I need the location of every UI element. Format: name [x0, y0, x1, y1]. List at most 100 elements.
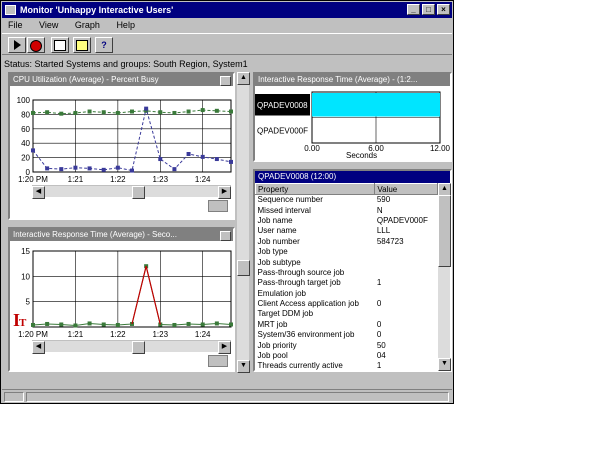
cpu-pane-minimize-button[interactable] [220, 76, 231, 86]
properties-pane: QPADEV0008 (12:00) Property Value Sequen… [253, 169, 452, 372]
table-row[interactable]: System/36 environment job 0 [256, 330, 438, 340]
data-point [87, 321, 92, 326]
data-point [144, 106, 149, 111]
legend-toggle-icon[interactable] [208, 200, 228, 212]
property-name: Emulation job [257, 288, 306, 298]
stop-icon[interactable] [27, 37, 45, 53]
data-point [59, 167, 64, 172]
property-value: 0 [376, 299, 382, 309]
property-value [375, 247, 438, 257]
bar [312, 93, 440, 117]
data-point [200, 154, 205, 159]
properties-vscroll[interactable]: ▲ ▼ [438, 183, 451, 371]
table-row[interactable]: Target DDM job [256, 309, 438, 319]
scroll-right-arrow-icon[interactable]: ▶ [218, 341, 231, 354]
main-vscroll[interactable]: ▲ ▼ [237, 72, 250, 373]
properties-icon[interactable] [51, 37, 69, 53]
table-row[interactable]: Job type [256, 247, 438, 257]
data-point [172, 110, 177, 115]
table-row[interactable]: Client Access application job 0 [256, 299, 438, 309]
x-tick-label: 1:21 [68, 175, 84, 184]
data-point [186, 321, 191, 326]
x-tick-label: 1:23 [152, 175, 168, 184]
y-tick-label: 40 [21, 139, 30, 148]
table-row[interactable]: Job number 584723 [256, 237, 438, 247]
x-tick-label: 1:20 PM [18, 175, 48, 184]
data-point [158, 157, 163, 162]
y-tick-label: 10 [21, 272, 30, 281]
scroll-down-arrow-icon[interactable]: ▼ [237, 360, 250, 373]
property-name: Pass-through source job [257, 267, 345, 277]
data-point [172, 322, 177, 327]
property-name: System/36 environment job [257, 330, 355, 340]
column-header-value[interactable]: Value [374, 183, 438, 195]
scroll-thumb[interactable] [132, 186, 145, 199]
toolbar: ? [2, 33, 452, 55]
data-point [200, 322, 205, 327]
table-row[interactable]: Job subtype [256, 257, 438, 267]
menu-help[interactable]: Help [116, 20, 135, 30]
help-icon[interactable]: ? [95, 37, 113, 53]
scroll-up-arrow-icon[interactable]: ▲ [237, 72, 250, 85]
scroll-thumb[interactable] [132, 341, 145, 354]
table-row[interactable]: Missed interval N [256, 205, 438, 215]
table-row[interactable]: Pass-through source job [256, 268, 438, 278]
x-tick-label: 1:20 PM [18, 330, 48, 339]
property-name: Job type [257, 247, 288, 257]
data-point [130, 109, 134, 114]
cpu-chart: 100806040200 1:20 PM 1:21 1:22 1:23 1:24 [17, 96, 233, 184]
property-name: Client Access application job [257, 299, 359, 309]
table-row[interactable]: Sequence number 590 [256, 195, 438, 206]
data-point [87, 109, 92, 114]
scroll-down-arrow-icon[interactable]: ▼ [438, 358, 451, 371]
scroll-left-arrow-icon[interactable]: ◀ [32, 341, 45, 354]
maximize-button[interactable]: □ [422, 4, 435, 15]
table-row[interactable]: Job name QPADEV000F [256, 216, 438, 226]
scroll-left-arrow-icon[interactable]: ◀ [32, 186, 45, 199]
vscroll-thumb[interactable] [438, 195, 451, 267]
menu-file[interactable]: File [8, 20, 23, 30]
menu-graph[interactable]: Graph [75, 20, 100, 30]
cpu-pane-title: CPU Utilization (Average) - Percent Busy [10, 74, 233, 86]
status-cell [4, 392, 24, 402]
table-row[interactable]: MRT job 0 [256, 320, 438, 330]
data-point [45, 110, 50, 115]
vscroll-thumb[interactable] [237, 260, 250, 276]
irt-small-pane-minimize-button[interactable] [220, 231, 231, 241]
table-row[interactable]: Pass-through target job 1 [256, 278, 438, 288]
data-point [186, 152, 191, 156]
table-row[interactable]: Job priority 50 [256, 340, 438, 350]
data-point [115, 322, 120, 327]
log-icon[interactable] [73, 37, 91, 53]
menu-view[interactable]: View [39, 20, 58, 30]
y-tick-label: 60 [21, 125, 30, 134]
data-point [73, 110, 78, 115]
close-button[interactable]: × [437, 4, 450, 15]
properties-pane-title: QPADEV0008 (12:00) [255, 171, 450, 183]
data-point [229, 109, 233, 114]
property-value: 0 [376, 330, 382, 340]
table-row[interactable]: User name LLL [256, 226, 438, 236]
x-tick-label: 1:22 [110, 175, 126, 184]
table-row[interactable]: Threads currently active 1 [256, 361, 438, 370]
window-title: Monitor 'Unhappy Interactive Users' [20, 5, 174, 15]
table-row[interactable]: Emulation job [256, 289, 438, 299]
property-name: Sequence number [257, 195, 323, 205]
column-header-property[interactable]: Property [255, 183, 376, 195]
scroll-right-arrow-icon[interactable]: ▶ [218, 186, 231, 199]
minimize-button[interactable]: _ [407, 4, 420, 15]
property-name: Job name [257, 215, 293, 225]
data-point [101, 110, 106, 115]
property-value [375, 268, 438, 278]
data-point [115, 165, 120, 170]
title-bar: Monitor 'Unhappy Interactive Users' [2, 2, 452, 18]
legend-toggle-icon[interactable] [208, 355, 228, 367]
start-icon[interactable] [8, 37, 26, 53]
property-name: MRT job [257, 319, 288, 329]
irt-hscroll[interactable]: ◀ ▶ [32, 340, 231, 354]
x-tick-label: 1:22 [110, 330, 126, 339]
cpu-hscroll[interactable]: ◀ ▶ [32, 185, 231, 199]
property-name: Target DDM job [257, 309, 314, 319]
data-point [214, 157, 219, 162]
table-row[interactable]: Job pool 04 [256, 351, 438, 361]
